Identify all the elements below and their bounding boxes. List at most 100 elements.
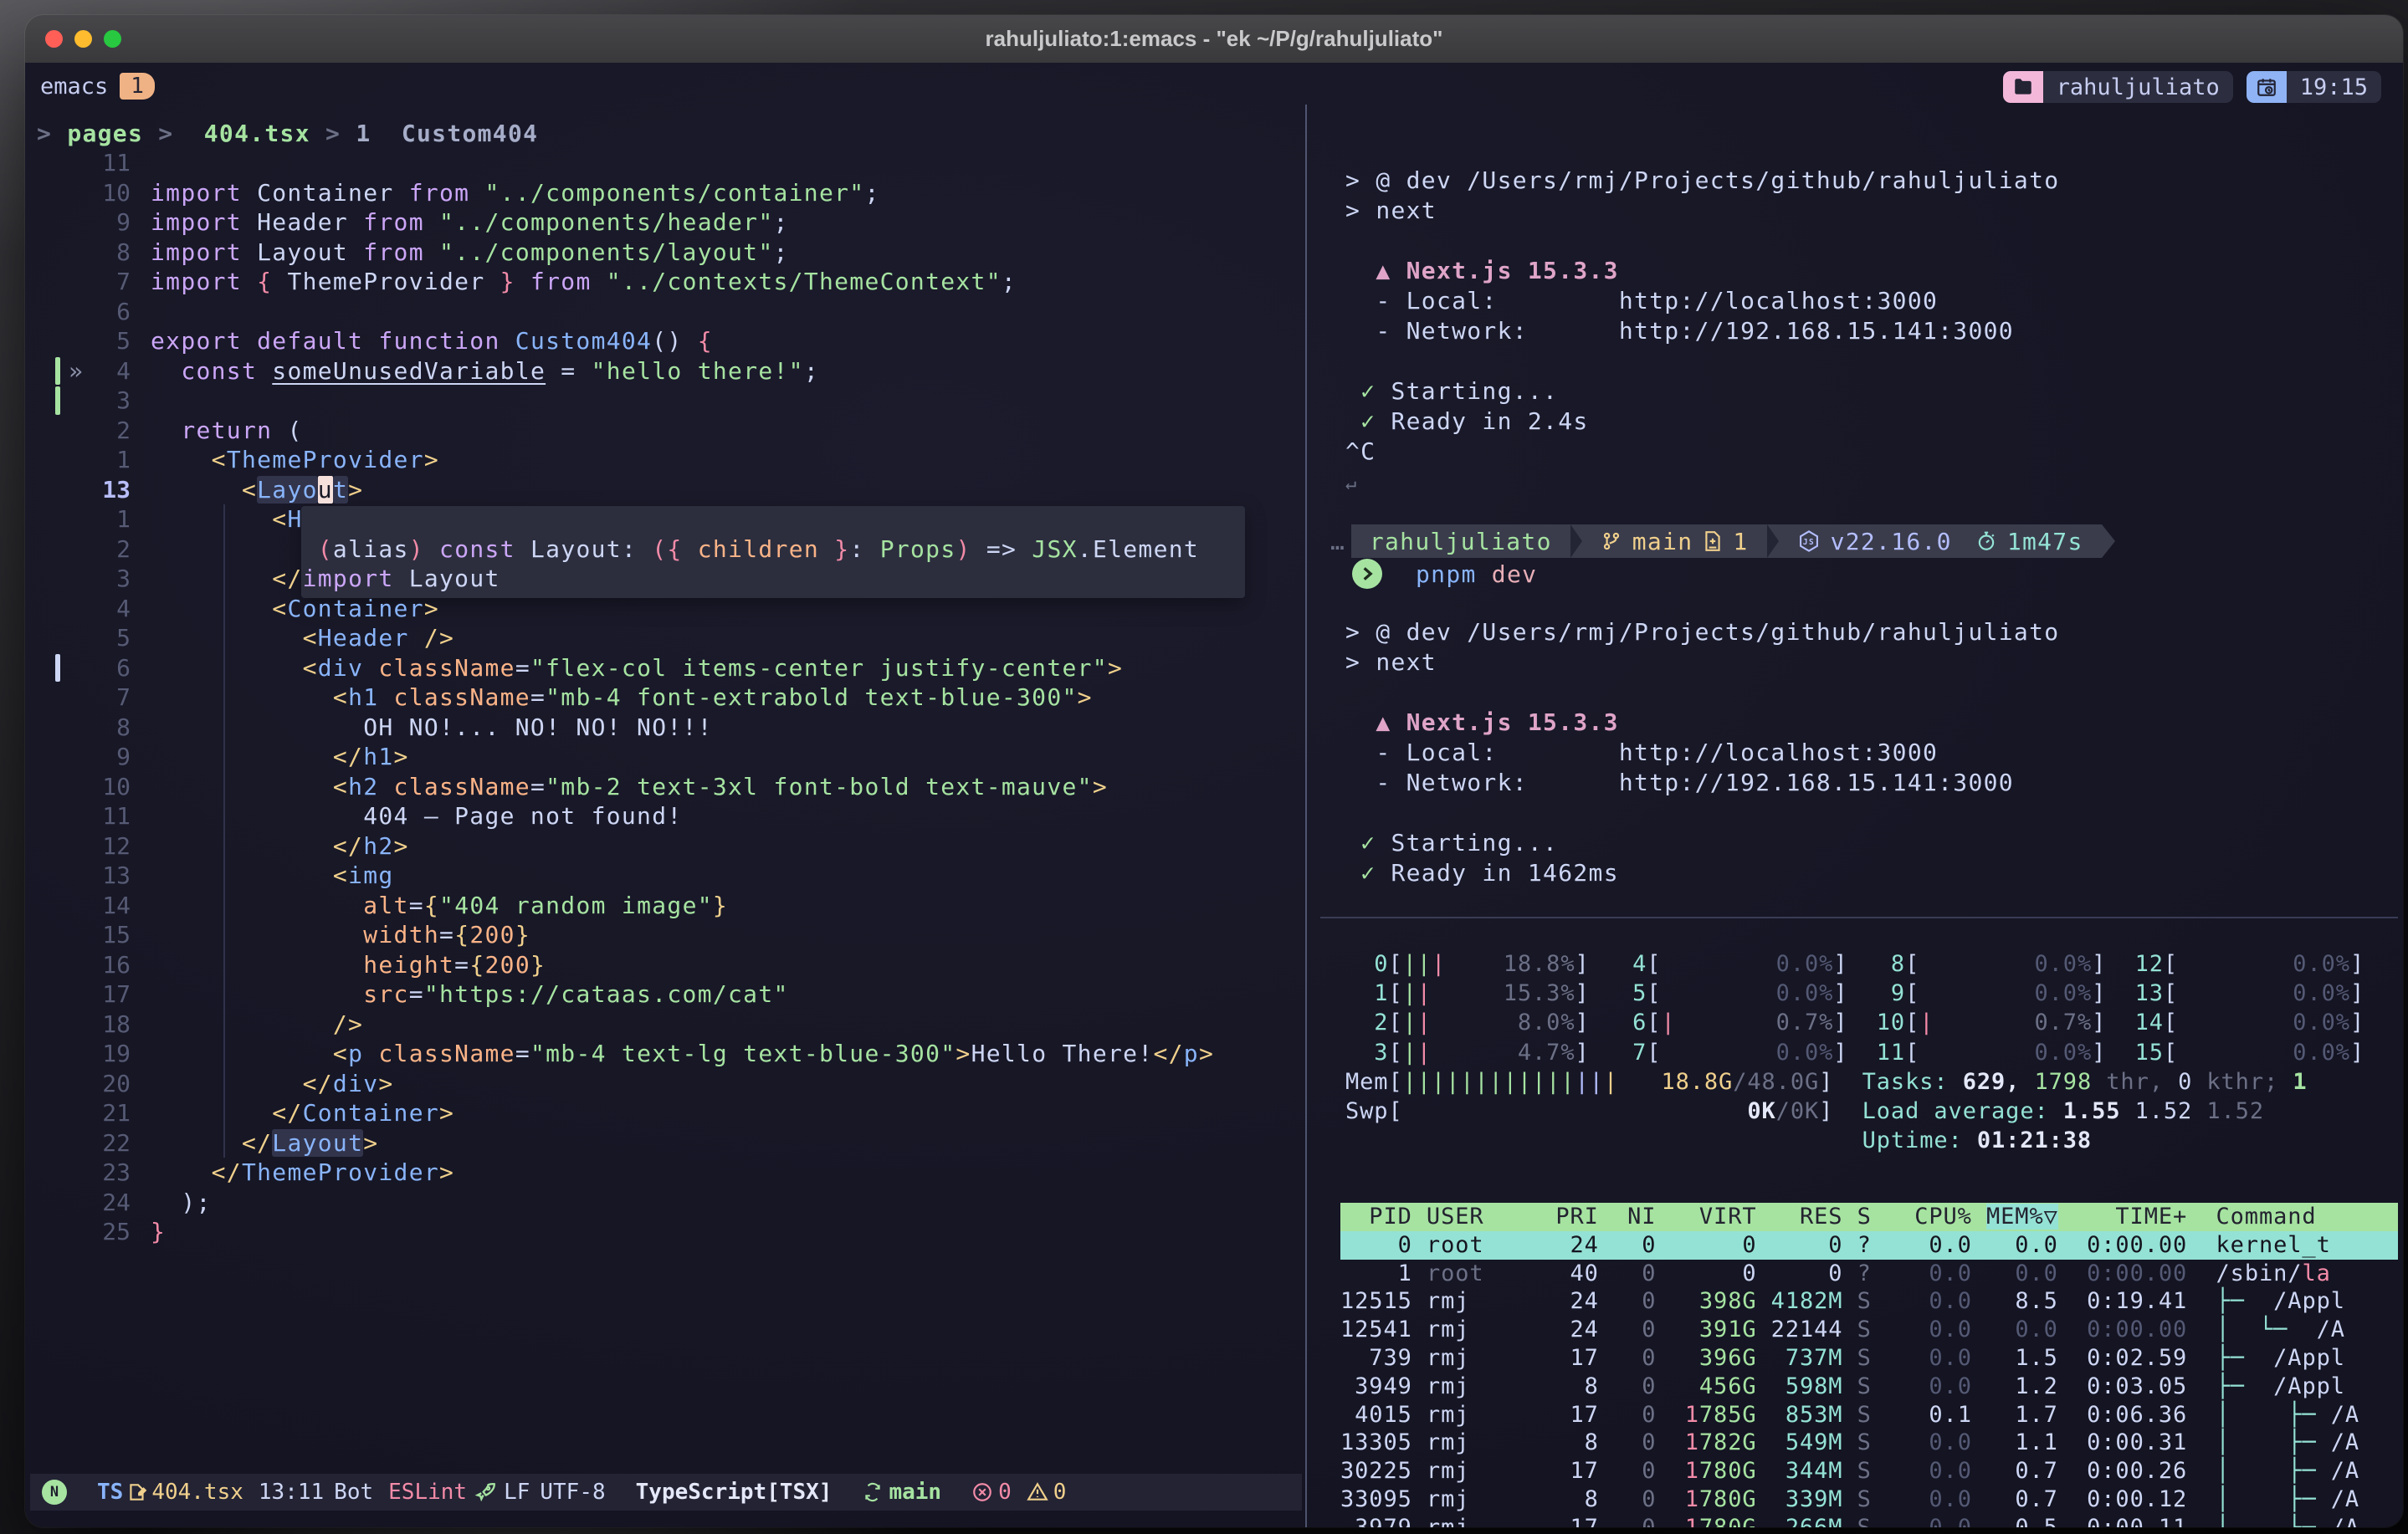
htop-meter-line: 1[|| 15.3%] 5[ 0.0%] 9[ 0.0%] 13[ 0.0%] (1345, 979, 2398, 1008)
desktop: rahuljuliato:1:emacs - "ek ~/P/g/rahulju… (0, 0, 2408, 1534)
htop-meter-line: 3[|| 4.7%] 7[ 0.0%] 11[ 0.0%] 15[ 0.0%] (1345, 1038, 2398, 1067)
cursor-position: 13:11 (259, 1480, 324, 1505)
code-line: 14 alt={"404 random image"} (25, 891, 1305, 921)
terminal-line: ✓ Starting... (1345, 376, 2403, 407)
modified-pencil-icon (126, 1481, 148, 1503)
terminal-line: ▲ Next.js 15.3.3 (1345, 256, 2403, 286)
htop-process-table[interactable]: PID USER PRI NI VIRT RES S CPU% MEM%▽ TI… (1340, 1203, 2398, 1527)
code-line: 9 </h1> (25, 742, 1305, 772)
git-branch-name[interactable]: main (889, 1480, 941, 1505)
code-line: 8import Layout from "../components/layou… (25, 238, 1305, 268)
code-line: 8 OH NO!... NO! NO! NO!!! (25, 713, 1305, 743)
tmux-clock: 19:15 (2287, 71, 2381, 103)
prompt-changed-count: 1 (1733, 528, 1748, 555)
code-line: 16 height={200} (25, 950, 1305, 980)
terminal-line (1345, 346, 2403, 376)
powerline-tip-icon (2102, 524, 2115, 558)
minimize-button[interactable] (74, 30, 92, 48)
nodejs-icon: JS (1797, 529, 1821, 553)
terminal-line: > next (1345, 196, 2403, 226)
command-tool: pnpm (1416, 560, 1477, 588)
tmux-pane-divider[interactable] (1305, 105, 1307, 1527)
terminal-line (1345, 497, 2403, 527)
code-line: 1 <H (25, 504, 1305, 534)
code-line: 1 <ThemeProvider> (25, 445, 1305, 475)
terminal-line: ▲ Next.js 15.3.3 (1345, 708, 2403, 738)
terminal-line: ✓ Ready in 1462ms (1345, 858, 2403, 888)
terminal-window: rahuljuliato:1:emacs - "ek ~/P/g/rahulju… (25, 15, 2403, 1527)
htop-meter-line: Uptime: 01:21:38 (1345, 1126, 2398, 1155)
htop-table-row: 33095 rmj 8 0 1780G 339M S 0.0 0.7 0:00.… (1340, 1485, 2398, 1514)
terminal-line (1345, 587, 2403, 617)
htop-table-row: 13305 rmj 8 0 1782G 549M S 0.0 1.1 0:00.… (1340, 1429, 2398, 1457)
htop-meters: 0[||| 18.8%] 4[ 0.0%] 8[ 0.0%] 12[ 0.0%]… (1345, 949, 2398, 1155)
code-line: 19 <p className="mb-4 text-lg text-blue-… (25, 1039, 1305, 1069)
diff-indicator (55, 386, 60, 415)
code-line: 5export default function Custom404() { (25, 326, 1305, 356)
prompt-chevron-icon (1352, 559, 1382, 589)
terminal-line: - Network: http://192.168.15.141:3000 (1345, 316, 2403, 346)
code-line: 23 </ThemeProvider> (25, 1158, 1305, 1188)
prompt-duration: 1m47s (2007, 528, 2083, 555)
htop-meter-line: 0[||| 18.8%] 4[ 0.0%] 8[ 0.0%] 12[ 0.0%] (1345, 949, 2398, 979)
code-line: 24 ); (25, 1188, 1305, 1218)
terminal-content: emacs 1 rahuljuliato 19:15 (25, 63, 2403, 1527)
major-mode[interactable]: TypeScript[TSX] (636, 1480, 833, 1505)
shell-prompt: … rahuljuliato main (1330, 524, 2115, 558)
fringe-marker-icon: » (69, 356, 83, 386)
eol-indicator: LF (504, 1480, 530, 1505)
code-line: 3 (25, 386, 1305, 416)
shell-command-line[interactable]: pnpm dev (1352, 559, 1537, 589)
folder-icon (2003, 71, 2043, 103)
code-line: 15 width={200} (25, 920, 1305, 950)
svg-text:JS: JS (1802, 538, 1814, 547)
htop-table-row: 0 root 24 0 0 0 ? 0.0 0.0 0:00.00 kernel… (1340, 1231, 2398, 1260)
prompt-node-version: v22.16.0 (1831, 528, 1952, 555)
close-button[interactable] (45, 30, 63, 48)
emacs-pane: > pages > 404.tsx > 1 Custom404 1110impo… (25, 105, 1305, 1527)
typescript-file-icon: TS (97, 1480, 123, 1505)
terminal-line: - Local: http://localhost:3000 (1345, 286, 2403, 316)
linter-name[interactable]: ESLint (388, 1480, 467, 1505)
terminal-line: ^C (1345, 437, 2403, 467)
tmux-horizontal-divider[interactable] (1320, 917, 2398, 918)
terminal-line: ✓ Ready in 2.4s (1345, 407, 2403, 437)
htop-table-row: 12515 rmj 24 0 398G 4182M S 0.0 8.5 0:19… (1340, 1287, 2398, 1316)
code-line: 9import Header from "../components/heade… (25, 207, 1305, 238)
code-line: 4» const someUnusedVariable = "hello the… (25, 356, 1305, 386)
breadcrumb: > pages > 404.tsx > 1 Custom404 (37, 120, 538, 147)
code-line: 10 <h2 className="mb-2 text-3xl font-bol… (25, 772, 1305, 802)
tmux-status-bar: emacs 1 rahuljuliato 19:15 (25, 68, 2403, 105)
zoom-button[interactable] (104, 30, 121, 48)
code-line: 13 <img (25, 861, 1305, 891)
emacs-modeline: N TS 404.tsx 13:11 Bot ESLint (30, 1474, 1302, 1511)
terminal-line (1345, 678, 2403, 708)
prompt-branch: main (1632, 528, 1693, 555)
terminal-line: ✓ Starting... (1345, 828, 2403, 858)
shell-output: … rahuljuliato main (1345, 166, 2403, 888)
code-line: 2 return ( (25, 416, 1305, 446)
code-line: 17 src="https://cataas.com/cat" (25, 979, 1305, 1010)
htop-table-row: 3949 rmj 8 0 456G 598M S 0.0 1.2 0:03.05… (1340, 1373, 2398, 1401)
code-line: 25} (25, 1217, 1305, 1247)
code-line: 6 (25, 297, 1305, 327)
terminal-line: - Local: http://localhost:3000 (1345, 738, 2403, 768)
code-line: 11 404 – Page not found! (25, 801, 1305, 831)
code-line: 20 </div> (25, 1069, 1305, 1099)
code-buffer[interactable]: 1110import Container from "../components… (25, 148, 1305, 1474)
code-line: 18 /> (25, 1010, 1305, 1040)
terminal-line: > next (1345, 647, 2403, 678)
buffer-file-name[interactable]: 404.tsx (151, 1480, 243, 1505)
htop-meter-line: Mem[||||||||||||||| 18.8G/48.0G] Tasks: … (1345, 1067, 2398, 1097)
tmux-window-tab[interactable]: emacs 1 (40, 73, 155, 100)
htop-meter-line: Swp[ 0K/0K] Load average: 1.55 1.52 1.52 (1345, 1097, 2398, 1126)
diff-indicator (55, 357, 60, 386)
terminal-line: ↵ (1345, 467, 2403, 497)
terminal-line: > @ dev /Users/rmj/Projects/github/rahul… (1345, 617, 2403, 647)
window-titlebar: rahuljuliato:1:emacs - "ek ~/P/g/rahulju… (25, 15, 2403, 64)
code-line: 12 </h2> (25, 831, 1305, 862)
encoding-indicator: UTF-8 (540, 1480, 605, 1505)
code-line: 22 </Layout> (25, 1128, 1305, 1158)
window-title: rahuljuliato:1:emacs - "ek ~/P/g/rahulju… (986, 26, 1443, 52)
rocket-icon (474, 1480, 497, 1504)
